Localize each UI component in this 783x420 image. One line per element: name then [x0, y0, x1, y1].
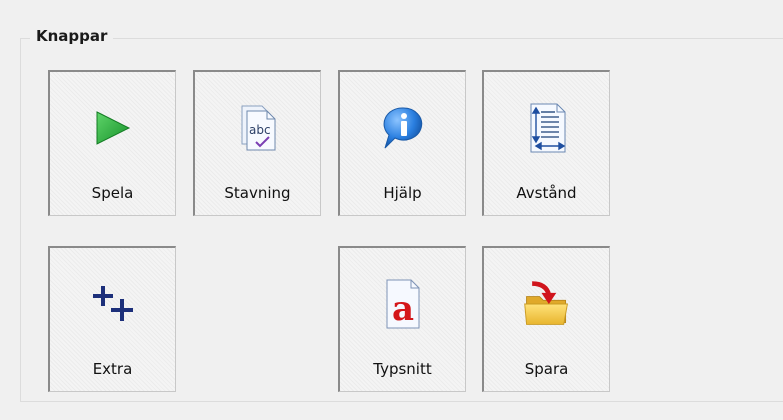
line-spacing-icon: [521, 102, 573, 154]
spacing-button[interactable]: Avstånd: [482, 70, 610, 216]
save-folder-icon: [521, 278, 573, 330]
play-button[interactable]: Spela: [48, 70, 176, 216]
spellcheck-button[interactable]: abc Stavning: [193, 70, 321, 216]
spellcheck-button-label: Stavning: [224, 184, 291, 202]
font-button-label: Typsnitt: [373, 360, 432, 378]
svg-text:abc: abc: [249, 123, 271, 137]
play-icon: [87, 102, 139, 154]
plus-plus-icon: [87, 278, 139, 330]
extra-button[interactable]: Extra: [48, 246, 176, 392]
info-icon: [377, 102, 429, 154]
font-icon: a: [377, 278, 429, 330]
save-button-label: Spara: [524, 360, 569, 378]
help-button-label: Hjälp: [383, 184, 422, 202]
font-button[interactable]: a Typsnitt: [338, 246, 466, 392]
extra-button-label: Extra: [92, 360, 133, 378]
svg-text:a: a: [391, 289, 413, 329]
help-button[interactable]: Hjälp: [338, 70, 466, 216]
play-button-label: Spela: [91, 184, 134, 202]
spellcheck-icon: abc: [232, 102, 284, 154]
save-button[interactable]: Spara: [482, 246, 610, 392]
spacing-button-label: Avstånd: [516, 184, 577, 202]
group-title: Knappar: [30, 27, 114, 45]
